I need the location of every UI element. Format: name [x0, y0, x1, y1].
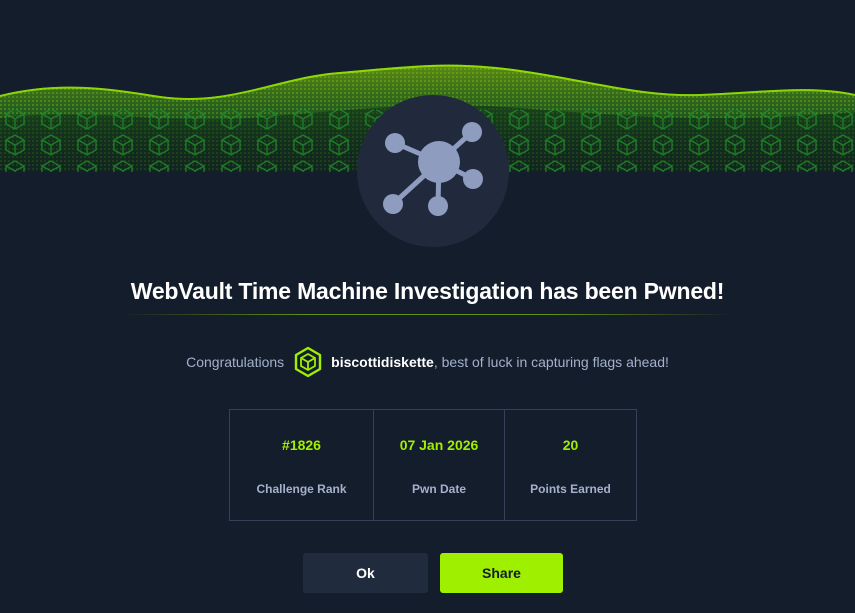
- title-divider: [120, 314, 735, 315]
- stat-label: Points Earned: [530, 482, 611, 496]
- stat-label: Challenge Rank: [256, 482, 347, 496]
- username-link[interactable]: biscottidiskette: [331, 354, 434, 370]
- stat-pwn-date: 07 Jan 2026 Pwn Date: [373, 410, 504, 520]
- pwned-title: WebVault Time Machine Investigation has …: [130, 278, 725, 304]
- stat-value: 07 Jan 2026: [399, 437, 479, 453]
- stats-table: #1826 Challenge Rank 07 Jan 2026 Pwn Dat…: [229, 409, 637, 521]
- hexagon-cube-icon: [294, 346, 322, 378]
- congrats-line: Congratulations biscottidiskette, best o…: [0, 346, 855, 378]
- congrats-prefix: Congratulations: [186, 354, 285, 370]
- stat-value: #1826: [282, 437, 321, 453]
- stat-points-earned: 20 Points Earned: [504, 410, 636, 520]
- ok-button[interactable]: Ok: [303, 553, 428, 593]
- congrats-suffix: , best of luck in capturing flags ahead!: [433, 354, 669, 370]
- challenge-badge: [357, 95, 509, 247]
- network-hub-icon: [383, 122, 483, 216]
- share-button[interactable]: Share: [440, 553, 563, 593]
- stat-challenge-rank: #1826 Challenge Rank: [230, 410, 373, 520]
- stat-label: Pwn Date: [411, 482, 466, 496]
- stat-value: 20: [562, 437, 579, 453]
